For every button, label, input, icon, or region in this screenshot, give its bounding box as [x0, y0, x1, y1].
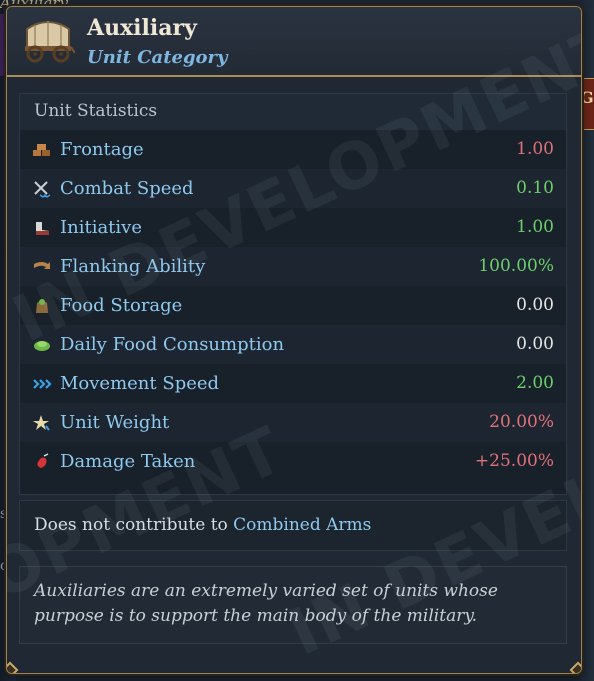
crossed-swords-icon — [34, 181, 51, 198]
stat-label: Damage Taken — [60, 451, 196, 472]
combined-arms-link[interactable]: Combined Arms — [233, 515, 371, 535]
tooltip-title: Auxiliary — [87, 15, 197, 41]
stat-label: Frontage — [60, 139, 144, 160]
stat-label: Food Storage — [60, 295, 183, 316]
stat-row-daily-food-consumption: Daily Food Consumption 0.00 — [20, 325, 566, 364]
food-sack-icon — [36, 299, 48, 313]
stat-row-food-storage: Food Storage 0.00 — [20, 286, 566, 325]
stat-label: Flanking Ability — [60, 256, 206, 277]
stat-row-movement-speed: Movement Speed 2.00 — [20, 364, 566, 403]
flank-arrow-icon — [34, 262, 50, 269]
stat-value: 2.00 — [516, 373, 554, 393]
stat-row-initiative: Initiative 1.00 — [20, 208, 566, 247]
stat-label: Daily Food Consumption — [60, 334, 285, 355]
stat-row-frontage: Frontage 1.00 — [20, 130, 566, 169]
unit-category-tooltip: Auxiliary Unit Category Unit Statistics … — [6, 6, 582, 674]
stat-label: Initiative — [60, 217, 142, 238]
stat-label: Unit Weight — [60, 412, 170, 433]
unit-statistics-panel: Unit Statistics Frontage 1.00 Combat Spe… — [19, 93, 567, 495]
stat-value: 0.00 — [516, 334, 554, 354]
boot-icon — [36, 222, 49, 235]
stat-row-unit-weight: Unit Weight 20.00% — [20, 403, 566, 442]
chevrons-icon — [33, 379, 52, 389]
stat-value: 0.10 — [516, 178, 554, 198]
stat-value: 1.00 — [516, 139, 554, 159]
stat-value: +25.00% — [474, 451, 554, 471]
wagon-icon — [25, 21, 75, 63]
stat-row-flanking-ability: Flanking Ability 100.00% — [20, 247, 566, 286]
star-icon — [33, 415, 50, 431]
stat-label: Movement Speed — [60, 373, 220, 394]
frame-corner — [7, 661, 19, 673]
bricks-icon — [33, 144, 50, 156]
tooltip-header: Auxiliary Unit Category — [7, 7, 581, 77]
stat-value: 100.00% — [478, 256, 554, 276]
combined-arms-note: Does not contribute to Combined Arms — [19, 500, 567, 551]
blood-drop-icon — [37, 453, 49, 468]
food-bowl-icon — [34, 341, 50, 351]
stat-value: 0.00 — [516, 295, 554, 315]
stat-value: 1.00 — [516, 217, 554, 237]
tooltip-subtitle: Unit Category — [87, 47, 228, 68]
unit-statistics-heading: Unit Statistics — [20, 94, 566, 130]
stat-label: Combat Speed — [60, 178, 194, 199]
combined-arms-prefix: Does not contribute to — [34, 515, 228, 535]
category-description: Auxiliaries are an extremely varied set … — [19, 566, 567, 644]
frame-corner — [569, 661, 581, 673]
stat-row-damage-taken: Damage Taken +25.00% — [20, 442, 566, 481]
stat-value: 20.00% — [489, 412, 554, 432]
stat-row-combat-speed: Combat Speed 0.10 — [20, 169, 566, 208]
